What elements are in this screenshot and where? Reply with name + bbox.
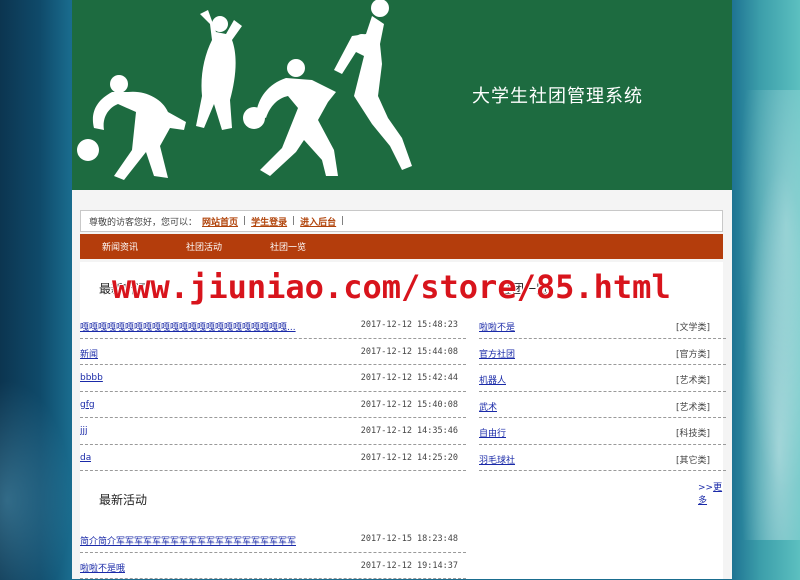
- list-item: 机器人 [艺术类]: [479, 365, 726, 392]
- basketball-players-silhouette: [77, 0, 412, 180]
- activity-title-link[interactable]: 啦啦不是哦: [80, 561, 125, 574]
- more-prefix: >>: [698, 483, 714, 493]
- site-title: 大学生社团管理系统: [472, 86, 643, 107]
- club-category: [文学类]: [675, 323, 710, 333]
- list-item: 简介简介军军军军军军军军军军军军军军军军军军军军 2017-12-15 18:2…: [80, 526, 466, 553]
- club-name-link[interactable]: 啦啦不是: [479, 320, 515, 333]
- list-item: 啦啦不是哦 2017-12-12 19:14:37: [80, 553, 466, 579]
- watermark-overlay: www.jiuniao.com/store/85.html: [112, 268, 671, 306]
- club-category: [其它类]: [675, 455, 710, 466]
- home-link[interactable]: 网站首页: [202, 215, 238, 228]
- admin-link[interactable]: 进入后台: [300, 215, 336, 228]
- news-date: 2017-12-12 15:48:23: [360, 320, 458, 330]
- news-list: 嘎嘎嘎嘎嘎嘎嘎嘎嘎嘎嘎嘎嘎嘎嘎嘎嘎嘎嘎嘎嘎嘎嘎... 2017-12-12 15…: [80, 312, 466, 471]
- news-date: 2017-12-12 15:40:08: [360, 399, 458, 410]
- list-item: bbbb 2017-12-12 15:42:44: [80, 365, 466, 392]
- news-title-link[interactable]: gfg: [80, 400, 95, 410]
- more-clubs-link[interactable]: >>更多: [698, 480, 723, 506]
- separator: |: [341, 216, 345, 226]
- news-title-link[interactable]: bbbb: [80, 373, 103, 383]
- main-content: 最新新闻 嘎嘎嘎嘎嘎嘎嘎嘎嘎嘎嘎嘎嘎嘎嘎嘎嘎嘎嘎嘎嘎嘎嘎... 2017-12-…: [80, 262, 726, 579]
- club-category: [艺术类]: [675, 376, 710, 386]
- activity-title-link[interactable]: 简介简介军军军军军军军军军军军军军军军军军军军军: [80, 534, 296, 547]
- list-item: gfg 2017-12-12 15:40:08: [80, 392, 466, 418]
- welcome-bar: 尊敬的访客您好，您可以： 网站首页 | 学生登录 | 进入后台 |: [80, 210, 723, 232]
- nav-item-news[interactable]: 新闻资讯: [102, 240, 138, 253]
- background-swirl-left: [0, 380, 72, 580]
- club-name-link[interactable]: 机器人: [479, 373, 506, 386]
- news-date: 2017-12-12 14:25:20: [360, 452, 458, 463]
- list-item: 羽毛球社 [其它类]: [479, 445, 726, 471]
- activity-date: 2017-12-12 19:14:37: [360, 560, 458, 571]
- student-login-link[interactable]: 学生登录: [251, 215, 287, 228]
- list-item: 自由行 [科技类]: [479, 418, 726, 445]
- welcome-greeting: 尊敬的访客您好，您可以：: [89, 217, 198, 228]
- club-category: [科技类]: [675, 429, 710, 439]
- main-nav: 新闻资讯 社团活动 社团一览: [80, 234, 723, 259]
- activities-list: 简介简介军军军军军军军军军军军军军军军军军军军军 2017-12-15 18:2…: [80, 526, 466, 579]
- club-name-link[interactable]: 羽毛球社: [479, 453, 515, 466]
- club-category: [艺术类]: [675, 402, 710, 413]
- news-title-link[interactable]: jjj: [80, 426, 88, 436]
- nav-item-clubs[interactable]: 社团一览: [270, 240, 306, 253]
- news-date: 2017-12-12 15:42:44: [360, 373, 458, 383]
- clubs-list: 啦啦不是 [文学类] 官方社团 [官方类] 机器人 [艺术类] 武术 [艺术类]…: [479, 312, 726, 471]
- list-item: 嘎嘎嘎嘎嘎嘎嘎嘎嘎嘎嘎嘎嘎嘎嘎嘎嘎嘎嘎嘎嘎嘎嘎... 2017-12-12 15…: [80, 312, 466, 339]
- activities-section-title: 最新活动: [99, 493, 148, 507]
- news-title-link[interactable]: 新闻: [80, 347, 98, 360]
- list-item: jjj 2017-12-12 14:35:46: [80, 418, 466, 445]
- header-banner: 大学生社团管理系统: [72, 0, 732, 190]
- list-item: 武术 [艺术类]: [479, 392, 726, 418]
- news-date: 2017-12-12 15:44:08: [360, 346, 458, 357]
- activity-date: 2017-12-15 18:23:48: [360, 534, 458, 544]
- club-name-link[interactable]: 自由行: [479, 426, 506, 439]
- news-title-link[interactable]: da: [80, 453, 91, 463]
- list-item: 啦啦不是 [文学类]: [479, 312, 726, 339]
- separator: |: [243, 216, 247, 226]
- nav-item-activities[interactable]: 社团活动: [186, 240, 222, 253]
- club-category: [官方类]: [675, 349, 710, 360]
- list-item: 官方社团 [官方类]: [479, 339, 726, 365]
- background-swirl-right: [730, 90, 800, 540]
- list-item: 新闻 2017-12-12 15:44:08: [80, 339, 466, 365]
- news-date: 2017-12-12 14:35:46: [360, 426, 458, 436]
- news-title-link[interactable]: 嘎嘎嘎嘎嘎嘎嘎嘎嘎嘎嘎嘎嘎嘎嘎嘎嘎嘎嘎嘎嘎嘎嘎...: [80, 320, 296, 333]
- club-name-link[interactable]: 武术: [479, 400, 497, 413]
- separator: |: [292, 216, 296, 226]
- club-name-link[interactable]: 官方社团: [479, 347, 515, 360]
- list-item: da 2017-12-12 14:25:20: [80, 445, 466, 471]
